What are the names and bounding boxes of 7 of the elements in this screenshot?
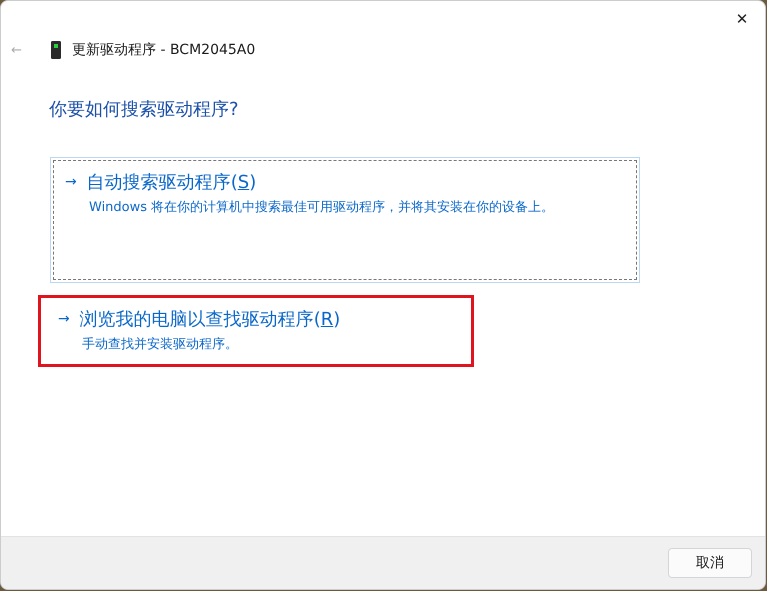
option-link[interactable]: → 自动搜索驱动程序(S) Windows 将在你的计算机中搜索最佳可用驱动程序，并将其安装在你的设备上。 (50, 157, 640, 283)
close-button[interactable]: ✕ (719, 1, 765, 37)
heading: 你要如何搜索驱动程序? (49, 98, 240, 121)
window-title: 更新驱动程序 - BCM2045A0 (72, 41, 256, 59)
cancel-button[interactable]: 取消 (668, 548, 752, 578)
option-link[interactable]: → 浏览我的电脑以查找驱动程序(R) 手动查找并安装驱动程序。 (38, 295, 474, 367)
device-icon (51, 41, 61, 59)
